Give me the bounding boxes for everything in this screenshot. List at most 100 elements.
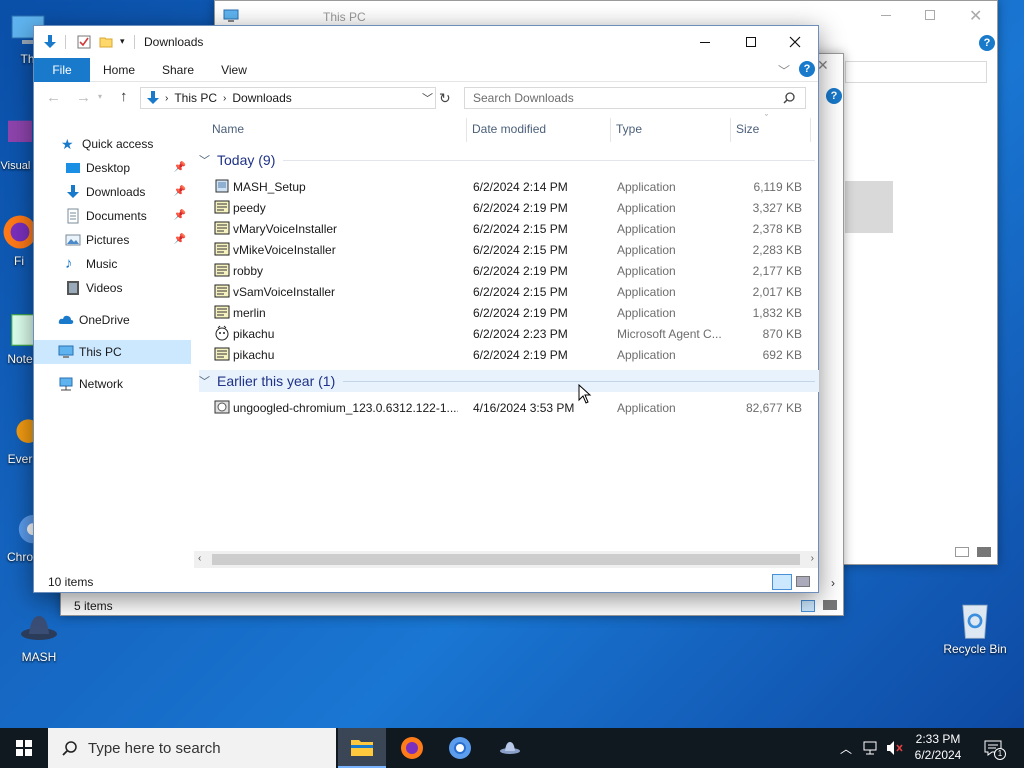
sidebar-item-quick-access[interactable]: ★ Quick access xyxy=(34,132,191,156)
sidebar-item-onedrive[interactable]: OneDrive xyxy=(34,308,191,332)
table-row[interactable]: ungoogled-chromium_123.0.6312.122-1.... … xyxy=(210,397,810,418)
network-icon[interactable] xyxy=(863,740,879,756)
sidebar-item-downloads[interactable]: Downloads 📌 xyxy=(34,180,191,204)
background-search-box[interactable] xyxy=(845,61,987,83)
refresh-icon[interactable]: ↻ xyxy=(439,90,451,107)
scroll-left-icon[interactable]: ‹ xyxy=(198,553,201,564)
tab-share[interactable]: Share xyxy=(154,58,202,82)
start-button[interactable] xyxy=(0,728,48,768)
group-header-today[interactable]: ﹀ Today (9) xyxy=(199,149,819,171)
table-row[interactable]: pikachu 6/2/2024 2:19 PM Application 692… xyxy=(210,344,810,365)
properties-checkbox-icon[interactable] xyxy=(77,35,91,49)
table-row[interactable]: robby 6/2/2024 2:19 PM Application 2,177… xyxy=(210,260,810,281)
breadcrumb-chevron-icon[interactable]: › xyxy=(165,93,168,104)
close-button[interactable] xyxy=(772,26,818,58)
background-selected-tile[interactable] xyxy=(845,181,893,233)
tab-file[interactable]: File xyxy=(34,58,90,82)
file-name: vMikeVoiceInstaller xyxy=(233,243,336,257)
up-arrow-icon[interactable]: ↑ xyxy=(120,88,128,105)
details-view-icon[interactable] xyxy=(772,574,792,590)
expand-ribbon-chevron-icon[interactable]: ﹀ xyxy=(778,62,790,79)
taskbar-app-mash[interactable] xyxy=(486,728,534,768)
maximize-icon xyxy=(746,37,756,47)
sidebar-item-documents[interactable]: Documents 📌 xyxy=(34,204,191,228)
search-box[interactable]: Search Downloads xyxy=(464,87,806,109)
back-arrow-icon[interactable]: ← xyxy=(46,89,61,106)
details-view-icon[interactable] xyxy=(955,547,969,557)
table-row[interactable]: peedy 6/2/2024 2:19 PM Application 3,327… xyxy=(210,197,810,218)
notification-center-button[interactable]: 1 xyxy=(980,728,1010,768)
clock[interactable]: 2:33 PM 6/2/2024 xyxy=(905,728,971,768)
breadcrumb-chevron-icon[interactable]: › xyxy=(223,93,226,104)
help-icon[interactable]: ? xyxy=(826,88,842,104)
volume-muted-icon[interactable] xyxy=(886,740,904,756)
taskbar-app-file-explorer[interactable] xyxy=(338,728,386,768)
column-header-size[interactable]: Size xyxy=(736,116,759,142)
help-icon[interactable]: ? xyxy=(799,61,815,77)
sidebar-item-videos[interactable]: Videos xyxy=(34,276,191,300)
minimize-button[interactable] xyxy=(682,26,728,58)
collapse-chevron-icon[interactable]: ﹀ xyxy=(199,373,210,389)
pin-icon[interactable]: 📌 xyxy=(174,210,186,221)
column-divider[interactable] xyxy=(610,118,611,142)
chevron-right-icon[interactable]: › xyxy=(831,576,835,590)
sidebar-item-music[interactable]: ♪ Music xyxy=(34,252,191,276)
horizontal-scrollbar[interactable]: ‹ › xyxy=(194,551,818,568)
breadcrumb-downloads[interactable]: Downloads xyxy=(232,91,291,105)
help-icon[interactable]: ? xyxy=(979,35,995,51)
recent-locations-chevron-icon[interactable]: ▾ xyxy=(98,92,102,101)
new-folder-icon[interactable] xyxy=(99,35,113,49)
show-hidden-icons-chevron-icon[interactable]: ︿ xyxy=(840,740,852,768)
taskbar-app-chromium[interactable] xyxy=(436,728,484,768)
sidebar-item-this-pc[interactable]: This PC xyxy=(34,340,191,364)
pin-icon[interactable]: 📌 xyxy=(174,186,186,197)
search-input[interactable]: Search Downloads xyxy=(473,91,574,105)
download-arrow-icon[interactable] xyxy=(42,34,58,50)
details-view-icon[interactable] xyxy=(801,600,815,612)
scroll-right-icon[interactable]: › xyxy=(811,553,814,564)
desktop-icon-mash[interactable]: MASH xyxy=(9,608,69,664)
column-header-date-modified[interactable]: Date modified xyxy=(472,116,546,142)
address-bar[interactable]: › This PC › Downloads ﹀ xyxy=(140,87,436,109)
minimize-icon[interactable] xyxy=(881,15,891,16)
pin-icon[interactable]: 📌 xyxy=(174,234,186,245)
video-film-icon xyxy=(67,281,79,295)
column-header-name[interactable]: Name xyxy=(212,116,244,142)
column-divider[interactable] xyxy=(730,118,731,142)
taskbar-app-firefox[interactable] xyxy=(388,728,436,768)
tab-view[interactable]: View xyxy=(212,58,256,82)
table-row[interactable]: vMaryVoiceInstaller 6/2/2024 2:15 PM App… xyxy=(210,218,810,239)
tab-home[interactable]: Home xyxy=(94,58,144,82)
table-row[interactable]: vMikeVoiceInstaller 6/2/2024 2:15 PM App… xyxy=(210,239,810,260)
explorer-window-downloads[interactable]: ▾ Downloads File Home Share View ﹀ ? ← →… xyxy=(33,25,819,593)
column-header-type[interactable]: Type xyxy=(616,116,642,142)
collapse-chevron-icon[interactable]: ﹀ xyxy=(199,152,210,168)
group-header-earlier-this-year[interactable]: ﹀ Earlier this year (1) xyxy=(199,370,819,392)
search-icon[interactable] xyxy=(783,92,795,104)
table-row[interactable]: merlin 6/2/2024 2:19 PM Application 1,83… xyxy=(210,302,810,323)
maximize-icon[interactable] xyxy=(925,10,935,20)
scrollbar-thumb[interactable] xyxy=(212,554,800,565)
column-divider[interactable] xyxy=(810,118,811,142)
taskbar-search-input[interactable]: Type here to search xyxy=(88,740,221,757)
desktop-icon-recycle-bin[interactable]: Recycle Bin xyxy=(940,600,1010,656)
large-icons-view-icon[interactable] xyxy=(796,576,810,587)
maximize-button[interactable] xyxy=(728,26,774,58)
sidebar-item-pictures[interactable]: Pictures 📌 xyxy=(34,228,191,252)
table-row[interactable]: vSamVoiceInstaller 6/2/2024 2:15 PM Appl… xyxy=(210,281,810,302)
sidebar-item-network[interactable]: Network xyxy=(34,372,191,396)
tiles-view-icon[interactable] xyxy=(977,547,991,557)
customize-quick-access-dropdown-icon[interactable]: ▾ xyxy=(120,36,125,47)
sidebar-item-desktop[interactable]: Desktop 📌 xyxy=(34,156,191,180)
address-dropdown-icon[interactable]: ﹀ xyxy=(422,90,433,106)
table-row[interactable]: pikachu 6/2/2024 2:23 PM Microsoft Agent… xyxy=(210,323,810,344)
forward-arrow-icon[interactable]: → xyxy=(76,89,91,106)
pin-icon[interactable]: 📌 xyxy=(174,162,186,173)
breadcrumb-this-pc[interactable]: This PC xyxy=(174,91,217,105)
column-divider[interactable] xyxy=(466,118,467,142)
taskbar-search-box[interactable]: Type here to search xyxy=(48,728,336,768)
title-bar[interactable]: ▾ Downloads xyxy=(34,26,818,58)
tiles-view-icon[interactable] xyxy=(823,600,837,610)
table-row[interactable]: MASH_Setup 6/2/2024 2:14 PM Application … xyxy=(210,176,810,197)
close-icon[interactable]: ✕ xyxy=(969,6,982,26)
